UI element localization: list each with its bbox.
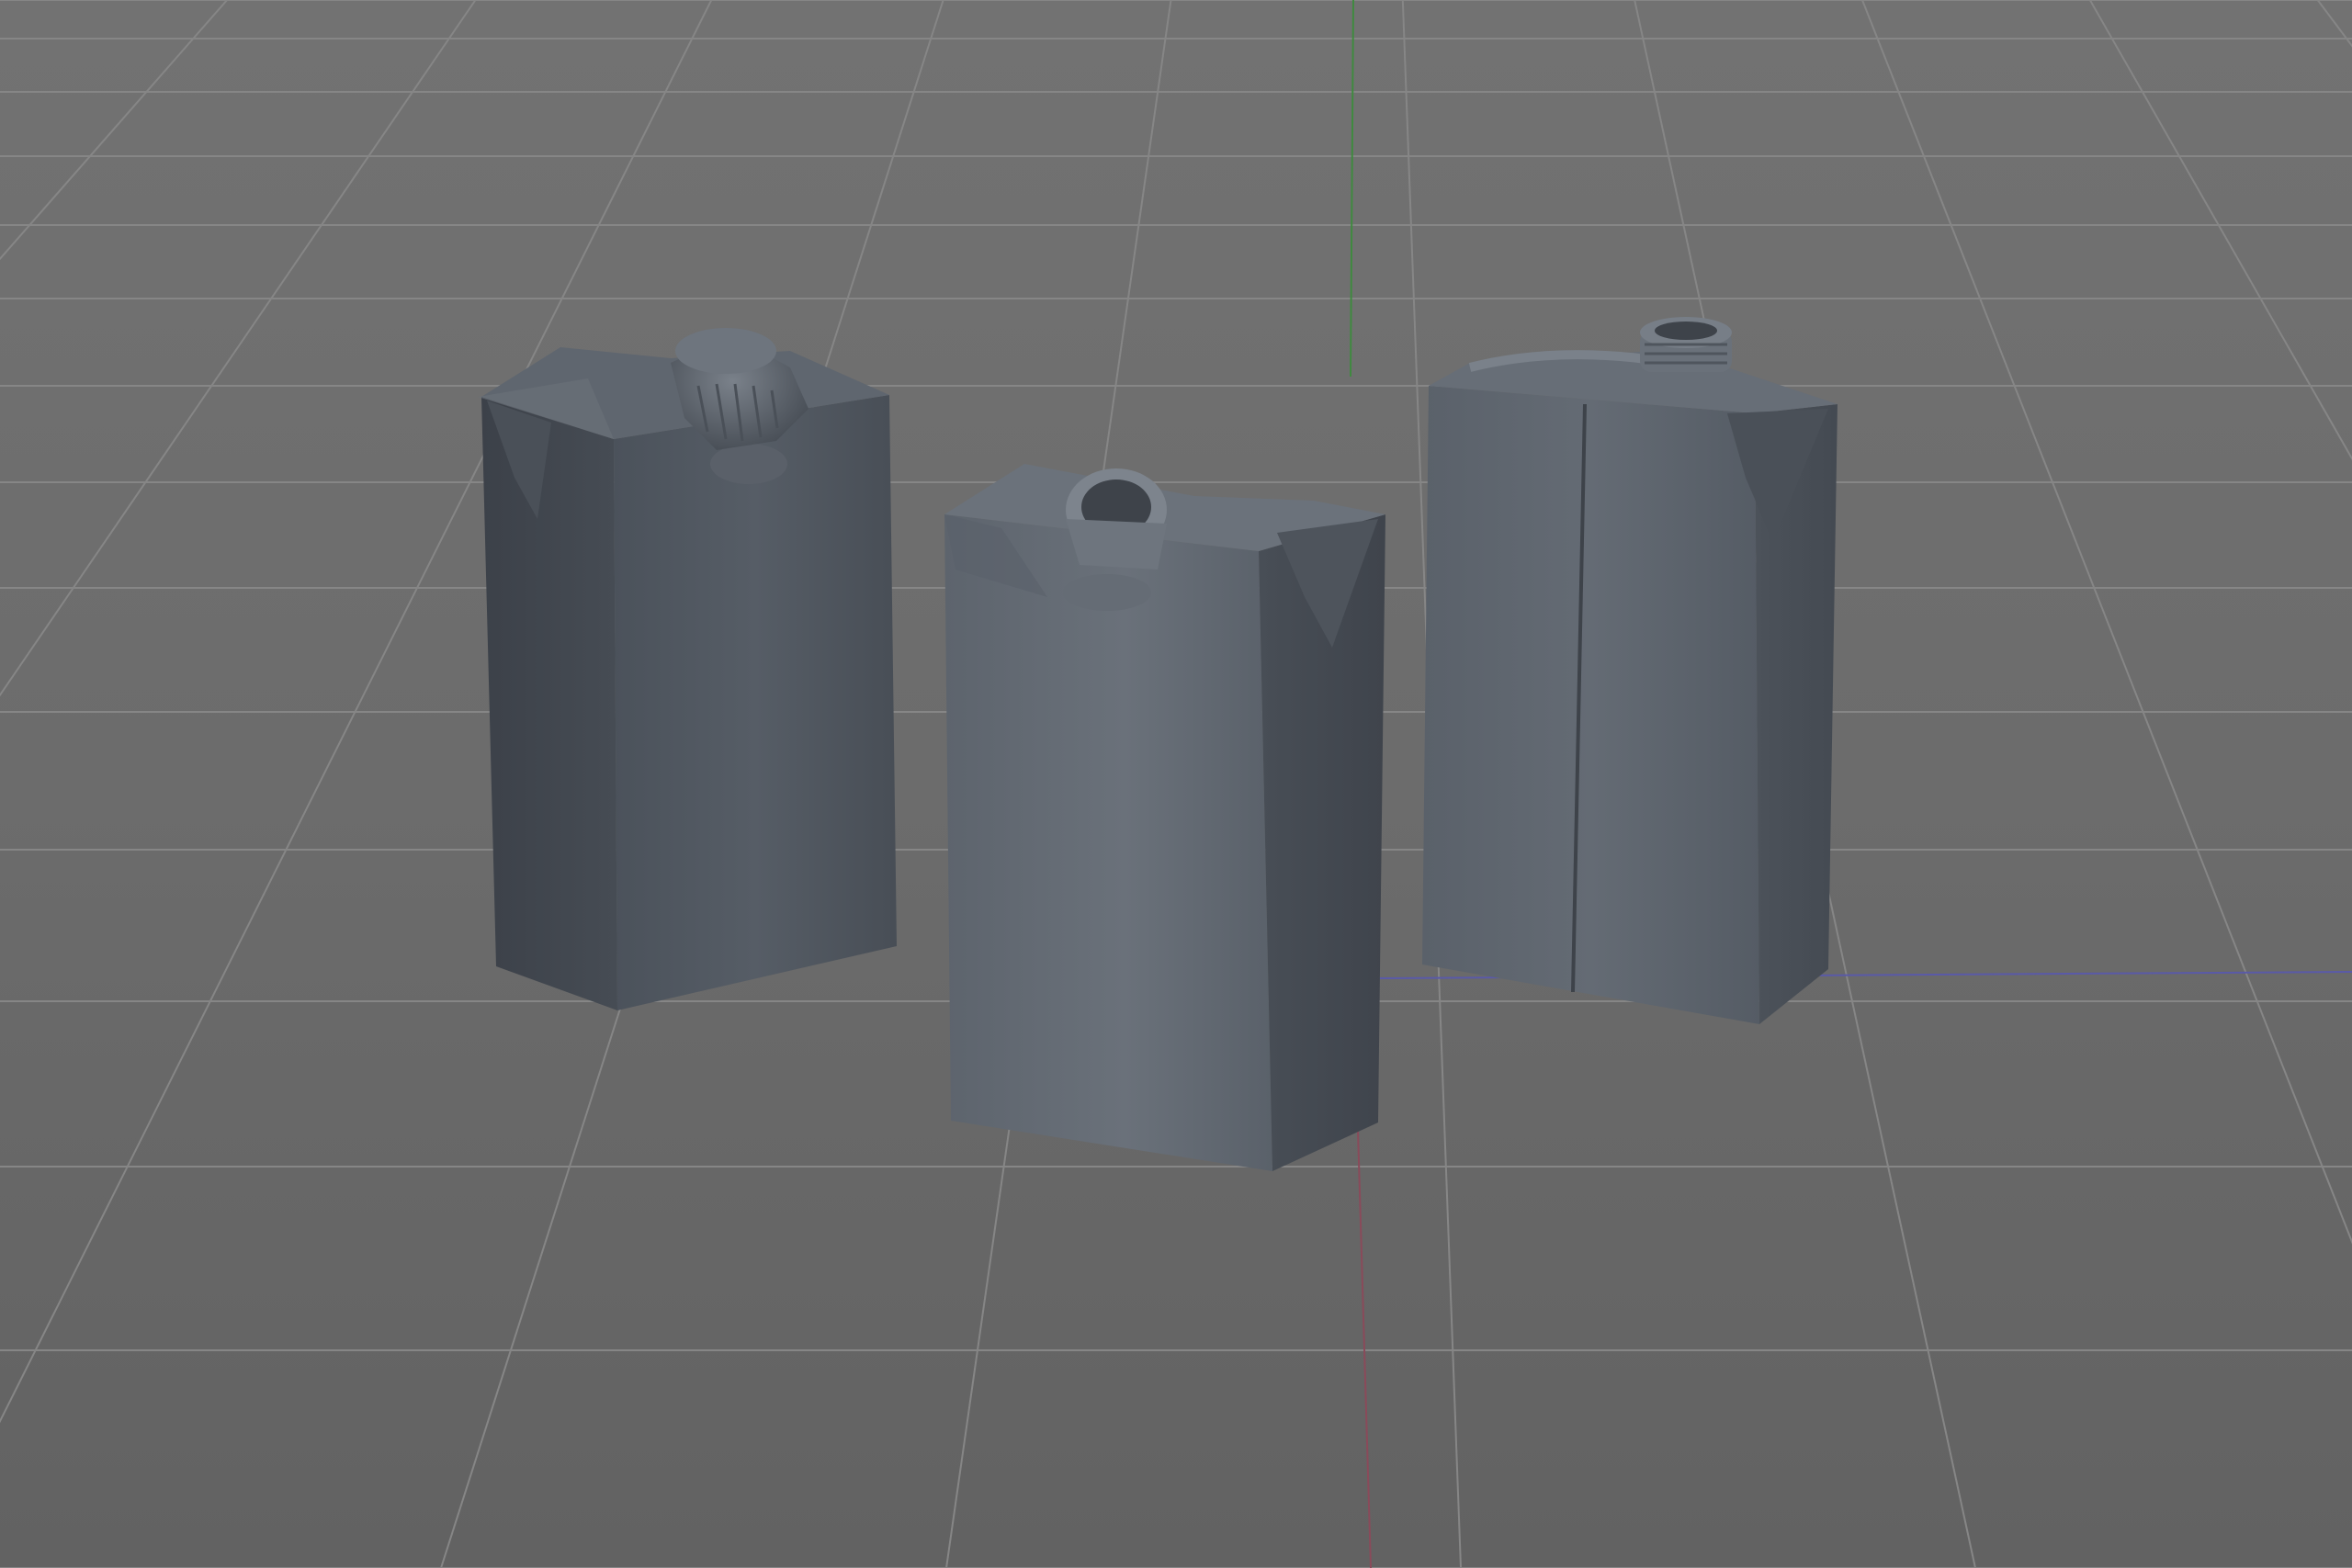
3d-viewport[interactable] (0, 0, 2352, 1568)
viewport-canvas[interactable] (0, 0, 2352, 1568)
cap-base (710, 444, 787, 484)
spout-base (1063, 574, 1151, 611)
carton-front-face (944, 514, 1272, 1171)
spout-opening (1655, 321, 1717, 340)
carton-with-cap[interactable] (478, 328, 897, 1010)
carton-front-face (614, 395, 897, 1010)
carton-front-face (1422, 386, 1759, 1024)
cap-top (675, 328, 776, 374)
carton-open-spout-back[interactable] (1422, 317, 1838, 1024)
spout-neck (1066, 519, 1167, 570)
carton-open-spout-front[interactable] (944, 464, 1385, 1171)
carton-left-side-face (481, 397, 617, 1010)
